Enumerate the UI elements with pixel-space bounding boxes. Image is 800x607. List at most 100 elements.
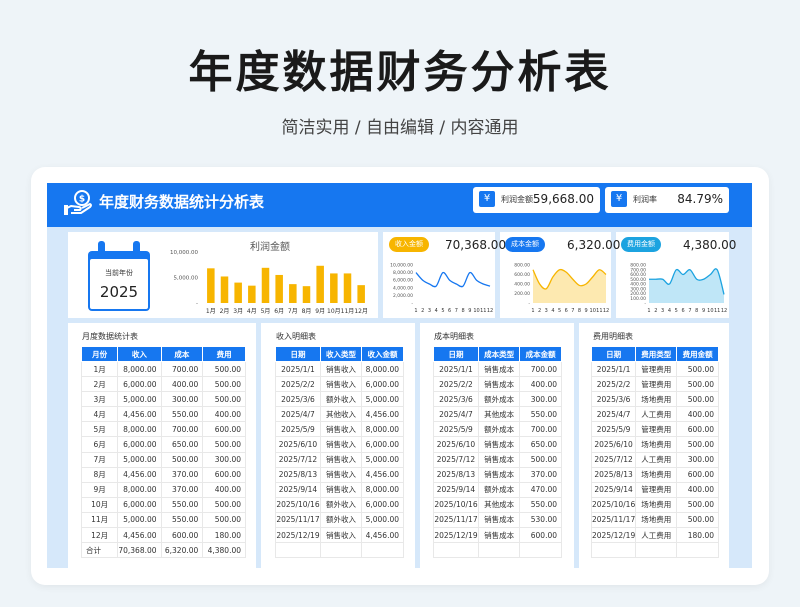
table-cell: 管理费用	[635, 421, 678, 438]
table-cell: 12月	[80, 527, 119, 544]
table-cell: 合计	[80, 542, 119, 559]
table-row: 2025/11/17 销售成本 530.00	[433, 511, 562, 529]
x-tick-label: 3月	[233, 308, 243, 315]
table-cell: 2025/9/14	[590, 481, 637, 498]
table-cell: 2025/2/2	[433, 376, 479, 393]
table-row: 2025/9/14 销售收入 8,000.00	[275, 481, 404, 498]
table-cell: 2025/12/19	[590, 527, 637, 544]
table-cell: 销售成本	[477, 436, 521, 453]
table-cell: 400.00	[676, 481, 719, 498]
profit-bar-chart: 10,000.005,000.00-1月 2月 3月 4月 5月 6月 7月 8月 9月 10月 1…	[170, 250, 368, 315]
table-row: 2025/2/2 管理费用 500.00	[590, 376, 719, 393]
y-tick-label: 200.00	[514, 291, 530, 297]
table-cell	[477, 542, 521, 559]
table-cell: 4,456.00	[361, 527, 404, 544]
x-tick-label: 1	[414, 308, 417, 314]
table-cell: 场地费用	[635, 466, 678, 483]
table-cell: 550.00	[519, 406, 562, 423]
y-tick-label: 10,000.00	[170, 250, 198, 256]
column-header: 成本	[160, 346, 204, 362]
table-row: 2025/4/7 其他收入 4,456.00	[275, 406, 404, 423]
table-cell: 600.00	[160, 527, 204, 544]
table-cell: 650.00	[519, 436, 562, 453]
x-tick-label: 12	[603, 308, 609, 314]
table-cell: 370.00	[519, 466, 562, 483]
table-cell: 7月	[80, 451, 119, 468]
column-header: 费用	[202, 346, 246, 362]
bar	[275, 274, 283, 303]
kpi-label: 利润金额	[501, 195, 533, 204]
table-cell: 500.00	[519, 451, 562, 468]
table-cell: 2025/1/1	[433, 360, 479, 378]
cost-table: 日期 成本类型 成本金额 2025/1/1 销售成本 700.00 2025/2/2 销售成本…	[433, 346, 562, 559]
table-cell: 8,000.00	[117, 360, 162, 378]
table-cell: 5月	[80, 421, 119, 438]
table-row: 2025/8/13 销售收入 4,456.00	[275, 466, 404, 483]
table-cell: 8,000.00	[117, 421, 162, 438]
table-cell: 1月	[80, 360, 119, 378]
table-row: 11月 5,000.00 550.00 500.00	[80, 511, 246, 529]
kpi-profit-rate: ¥ 利润率 84.79%	[605, 187, 729, 213]
svg-text:$: $	[79, 195, 85, 205]
table-cell: 2025/3/6	[275, 391, 321, 408]
x-tick-label: 8	[695, 308, 698, 314]
table-cell: 2025/8/13	[433, 466, 479, 483]
table-row: 2025/5/9 销售收入 8,000.00	[275, 421, 404, 438]
header-title: 年度财务数据统计分析表	[99, 193, 265, 211]
table-cell: 8月	[80, 466, 119, 483]
expense-badge: 费用金额	[621, 237, 661, 252]
table-cell: 2025/2/2	[590, 376, 637, 393]
income-total: 70,368.00	[445, 238, 507, 252]
table-cell: 600.00	[202, 421, 246, 438]
table-row: 2025/4/7 人工费用 400.00	[590, 406, 719, 423]
x-tick-label: 6	[681, 308, 684, 314]
table-row: 2025/5/9 管理费用 600.00	[590, 421, 719, 438]
x-tick-label: 1	[647, 308, 650, 314]
table-row: 2025/6/10 销售成本 650.00	[433, 436, 562, 453]
table-cell: 销售收入	[319, 436, 363, 453]
y-tick-label: 2,000.00	[393, 293, 413, 299]
table-row: 2025/3/6 场地费用 500.00	[590, 391, 719, 408]
table-cell	[635, 542, 678, 559]
column-header: 收入金额	[361, 346, 404, 362]
table-header-row: 月份 收入 成本 费用	[80, 346, 246, 362]
table-cell: 4月	[80, 406, 119, 423]
cost-badge: 成本金额	[505, 237, 545, 252]
table-cell: 2025/5/9	[433, 421, 479, 438]
table-cell: 500.00	[202, 436, 246, 453]
table-cell: 销售成本	[477, 466, 521, 483]
table-cell: 2025/5/9	[275, 421, 321, 438]
table-cell: 530.00	[519, 511, 562, 529]
table-cell: 人工费用	[635, 451, 678, 468]
x-tick-label: 8月	[302, 308, 312, 315]
table-cell: 5,000.00	[361, 391, 404, 408]
table-cell: 5,000.00	[361, 511, 404, 529]
y-tick-label: 4,000.00	[393, 285, 413, 291]
table-cell: 场地费用	[635, 496, 678, 513]
table-row: 2025/10/16 额外收入 6,000.00	[275, 496, 404, 513]
table-cell: 600.00	[676, 421, 719, 438]
y-tick-label: 600.00	[514, 272, 530, 278]
table-cell: 人工费用	[635, 527, 678, 544]
table-row: 4月 4,456.00 550.00 400.00	[80, 406, 246, 423]
yen-icon: ¥	[479, 191, 495, 207]
table-cell: 700.00	[519, 360, 562, 378]
table-cell: 6,000.00	[117, 496, 162, 513]
table-row: 2025/10/16 其他成本 550.00	[433, 496, 562, 513]
table-cell: 500.00	[202, 496, 246, 513]
table-cell: 2025/7/12	[590, 451, 637, 468]
x-tick-label: 8	[578, 308, 581, 314]
area-fill	[649, 268, 724, 303]
x-tick-label: 9	[702, 308, 705, 314]
table-cell: 2025/8/13	[275, 466, 321, 483]
table-cell: 2025/6/10	[275, 436, 321, 453]
table-row: 2025/12/19 人工费用 180.00	[590, 527, 719, 544]
table-cell: 700.00	[519, 421, 562, 438]
monthly-table: 月份 收入 成本 费用 1月 8,000.00 700.00 500.00 2月 6,000.00…	[80, 346, 246, 559]
x-tick-label: 2	[421, 308, 424, 314]
table-cell: 额外收入	[319, 511, 363, 529]
table-cell: 550.00	[160, 496, 204, 513]
table-cell: 400.00	[202, 481, 246, 498]
table-cell: 其他成本	[477, 406, 521, 423]
table-cell: 5,000.00	[117, 511, 162, 529]
